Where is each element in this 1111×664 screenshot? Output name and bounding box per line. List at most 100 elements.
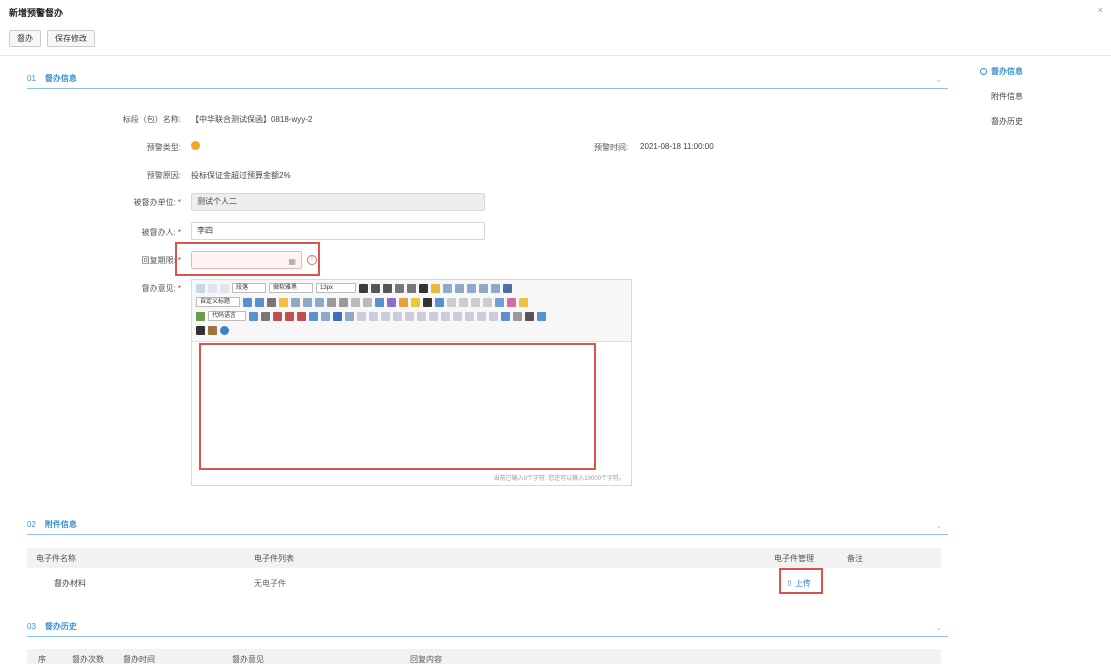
split-rows-icon[interactable] xyxy=(477,311,486,321)
chevron-down-icon[interactable]: ⌄ xyxy=(935,521,942,530)
anchor-icon[interactable] xyxy=(375,297,384,307)
horizontal-rule-icon[interactable] xyxy=(261,311,270,321)
sidenav-item-attachments[interactable]: 附件信息 xyxy=(980,91,1023,116)
size-select[interactable]: 13px xyxy=(316,283,356,293)
label-text: 督办意见: xyxy=(141,284,176,293)
clear-format-icon[interactable] xyxy=(387,297,396,307)
ltr-icon[interactable] xyxy=(243,297,252,307)
attachment-icon[interactable] xyxy=(495,297,504,307)
spacing-icon[interactable] xyxy=(491,283,500,293)
uppercase-icon[interactable] xyxy=(327,297,336,307)
section-title: 督办历史 xyxy=(44,622,77,631)
close-icon[interactable]: × xyxy=(1098,5,1103,15)
save-button[interactable]: 保存修改 xyxy=(47,30,95,47)
date-icon[interactable] xyxy=(273,311,282,321)
section-header-info[interactable]: 01 督办信息 ⌄ xyxy=(27,69,948,89)
drafts-icon[interactable] xyxy=(208,325,217,335)
link-icon[interactable] xyxy=(351,297,360,307)
chevron-down-icon[interactable]: ⌄ xyxy=(935,623,942,632)
rtl-icon[interactable] xyxy=(255,297,264,307)
merge-cells-icon[interactable] xyxy=(429,311,438,321)
word-icon[interactable] xyxy=(333,311,342,321)
line-height-icon[interactable] xyxy=(479,283,488,293)
time-icon[interactable] xyxy=(285,311,294,321)
border-icon[interactable] xyxy=(395,283,404,293)
sidenav-item-history[interactable]: 督办历史 xyxy=(980,116,1023,141)
image-icon[interactable] xyxy=(507,297,516,307)
section-header-history[interactable]: 03 督办历史 ⌄ xyxy=(27,617,948,637)
strikethrough-icon[interactable] xyxy=(407,283,416,293)
map-icon[interactable] xyxy=(309,311,318,321)
highlight-color-icon[interactable] xyxy=(431,283,440,293)
paste-text-icon[interactable] xyxy=(435,297,444,307)
quote-icon[interactable] xyxy=(423,297,432,307)
highlight-box-upload xyxy=(779,568,823,594)
select-all-icon[interactable] xyxy=(447,297,456,307)
unordered-list-icon[interactable] xyxy=(455,283,464,293)
col-header-count: 督办次数 xyxy=(72,655,104,664)
chevron-down-icon[interactable]: ⌄ xyxy=(935,75,942,84)
lowercase-icon[interactable] xyxy=(339,297,348,307)
supervised-unit-field[interactable]: 测试个人二 xyxy=(191,193,485,211)
insert-frame-icon[interactable] xyxy=(321,311,330,321)
col-header-opinion: 督办意见 xyxy=(232,655,264,664)
redo-icon[interactable] xyxy=(220,283,229,293)
page-break-icon[interactable] xyxy=(513,311,522,321)
fullscreen-icon[interactable] xyxy=(503,283,512,293)
supervise-button[interactable]: 督办 xyxy=(9,30,41,47)
undo-icon[interactable] xyxy=(208,283,217,293)
merge-down-icon[interactable] xyxy=(453,311,462,321)
editor-char-count: 当前已输入0个字符, 您还可以输入10000个字符。 xyxy=(493,476,625,482)
required-mark: * xyxy=(177,284,181,293)
insert-row-icon[interactable] xyxy=(471,297,480,307)
split-cols-icon[interactable] xyxy=(489,311,498,321)
label-text: 被督办人: xyxy=(141,228,176,237)
font-color-icon[interactable] xyxy=(419,283,428,293)
insert-code-icon[interactable] xyxy=(196,311,205,321)
table-icon[interactable] xyxy=(345,311,354,321)
format-brush-icon[interactable] xyxy=(399,297,408,307)
warning-time-label: 预警时间: xyxy=(594,143,629,152)
clear-doc-icon[interactable] xyxy=(459,297,468,307)
format-icon[interactable] xyxy=(267,297,276,307)
italic-icon[interactable] xyxy=(371,283,380,293)
auto-format-icon[interactable] xyxy=(411,297,420,307)
align-center-icon[interactable] xyxy=(291,297,300,307)
merge-right-icon[interactable] xyxy=(441,311,450,321)
sidenav-item-info[interactable]: 督办信息 xyxy=(980,66,1023,91)
delete-row-icon[interactable] xyxy=(483,297,492,307)
insert-col-icon[interactable] xyxy=(405,311,414,321)
align-left-icon[interactable] xyxy=(279,297,288,307)
delete-row-table-icon[interactable] xyxy=(393,311,402,321)
insert-table-icon[interactable] xyxy=(249,311,258,321)
help-icon[interactable] xyxy=(220,325,229,335)
highlight-box-editor xyxy=(199,343,596,470)
split-cells-icon[interactable] xyxy=(465,311,474,321)
preview-icon[interactable] xyxy=(537,311,546,321)
code-language-select[interactable]: 代码语言 xyxy=(208,311,246,321)
insert-row-table-icon[interactable] xyxy=(381,311,390,321)
special-char-icon[interactable] xyxy=(297,311,306,321)
search-replace-icon[interactable] xyxy=(196,325,205,335)
ordered-list-icon[interactable] xyxy=(443,283,452,293)
source-icon[interactable] xyxy=(196,283,205,293)
align-justify-icon[interactable] xyxy=(315,297,324,307)
delete-col-icon[interactable] xyxy=(417,311,426,321)
align-right-icon[interactable] xyxy=(303,297,312,307)
underline-icon[interactable] xyxy=(383,283,392,293)
unlink-icon[interactable] xyxy=(363,297,372,307)
section-header-attachments[interactable]: 02 附件信息 ⌄ xyxy=(27,515,948,535)
paragraph-select[interactable]: 段落 xyxy=(232,283,266,293)
warning-reason-label: 预警原因: xyxy=(146,171,181,180)
indent-icon[interactable] xyxy=(467,283,476,293)
heading-select[interactable]: 自定义标题 xyxy=(196,297,240,307)
insert-paragraph-icon[interactable] xyxy=(369,311,378,321)
warning-time-value: 2021-08-18 11:00:00 xyxy=(640,142,714,151)
bold-icon[interactable] xyxy=(359,283,368,293)
print-icon[interactable] xyxy=(525,311,534,321)
font-select[interactable]: 微软雅黑 xyxy=(269,283,313,293)
emotion-icon[interactable] xyxy=(519,297,528,307)
delete-table-icon[interactable] xyxy=(357,311,366,321)
supervised-person-field[interactable]: 李四 xyxy=(191,222,485,240)
anchor-point-icon[interactable] xyxy=(501,311,510,321)
